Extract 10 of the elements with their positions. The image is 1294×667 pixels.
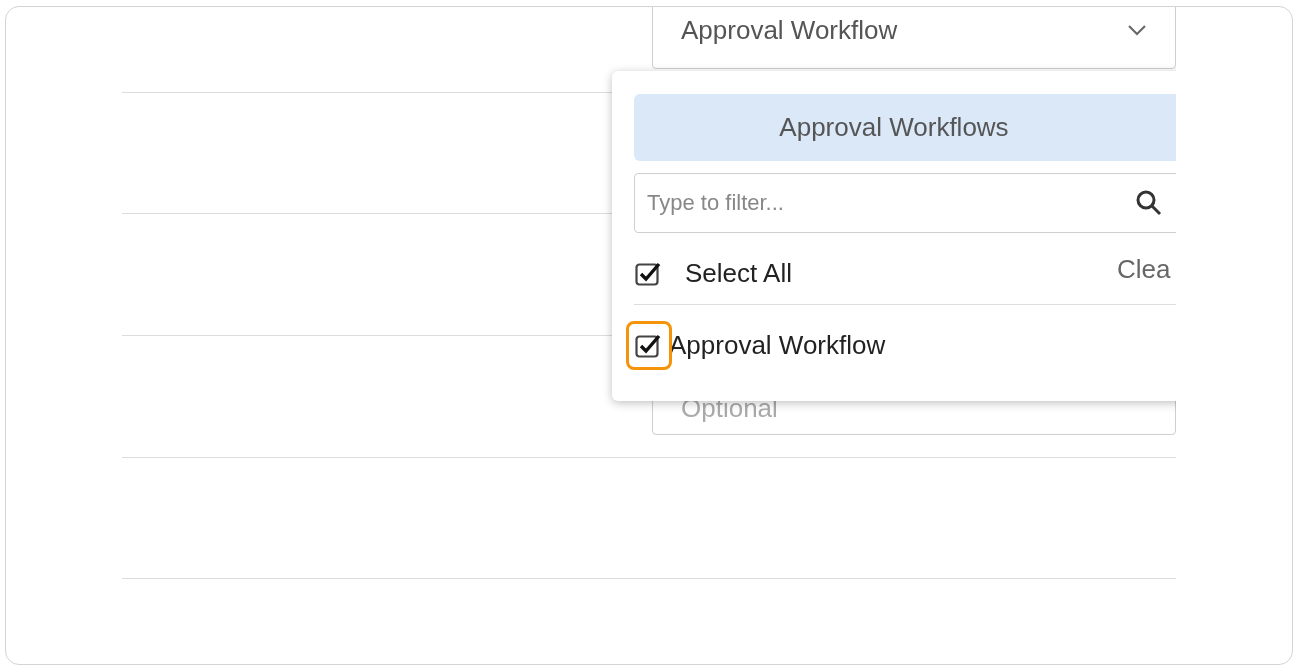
clear-link[interactable]: Clea [1117, 250, 1171, 289]
select-all-label[interactable]: Select All [685, 254, 792, 293]
checkbox[interactable] [635, 260, 663, 287]
checkbox[interactable] [635, 332, 663, 359]
option-label[interactable]: Approval Workflow [669, 326, 886, 365]
search-icon [1136, 190, 1162, 216]
filter-field[interactable]: Type to filter... [634, 173, 1176, 233]
chevron-down-icon [1127, 24, 1147, 36]
popup-header: Approval Workflows [634, 94, 1176, 161]
dropdown-field[interactable]: Approval Workflow [652, 7, 1176, 69]
